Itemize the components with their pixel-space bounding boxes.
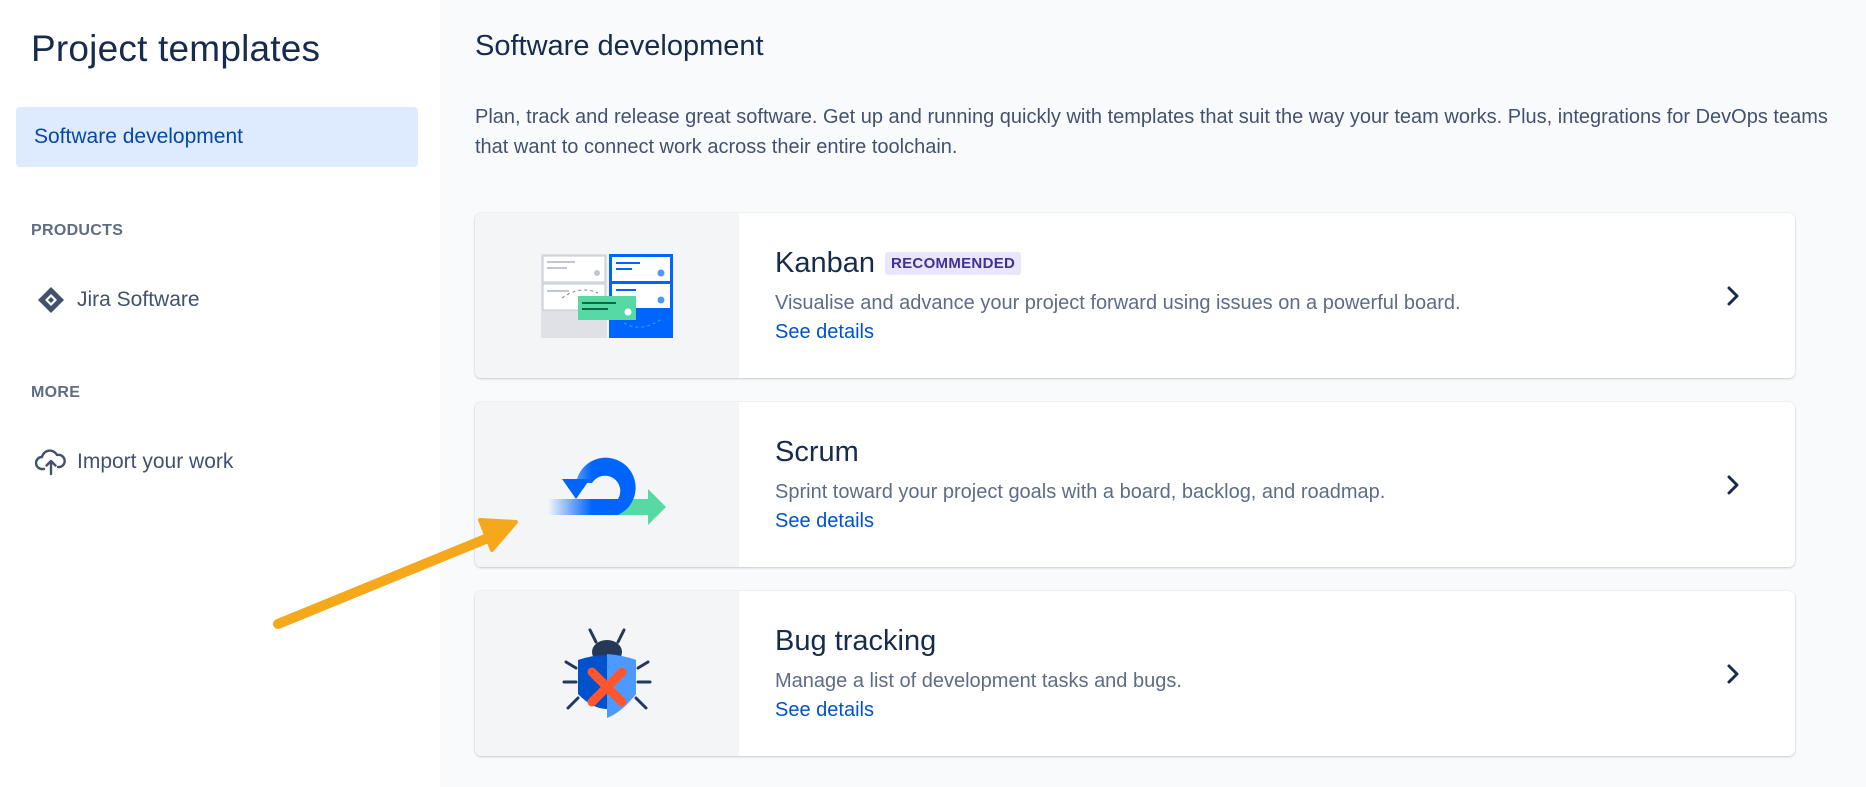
card-title: Kanban bbox=[775, 247, 875, 279]
sidebar-item-import-your-work[interactable]: Import your work bbox=[34, 445, 233, 479]
page-description: Plan, track and release great software. … bbox=[475, 106, 1828, 158]
template-card-bug-tracking[interactable]: Bug tracking Manage a list of developmen… bbox=[475, 591, 1795, 756]
sidebar-title: Project templates bbox=[31, 28, 321, 69]
jira-icon bbox=[34, 283, 68, 317]
sidebar-item-label: Import your work bbox=[77, 450, 234, 473]
bug-icon bbox=[475, 591, 739, 756]
see-details-link[interactable]: See details bbox=[775, 510, 874, 533]
card-body: Bug tracking Manage a list of developmen… bbox=[739, 591, 1795, 756]
chevron-right-icon bbox=[1727, 664, 1739, 683]
cloud-upload-icon bbox=[34, 445, 68, 479]
page-title: Software development bbox=[475, 30, 764, 62]
scrum-cycle-icon bbox=[475, 402, 739, 567]
see-details-link[interactable]: See details bbox=[775, 699, 874, 722]
see-details-link[interactable]: See details bbox=[775, 321, 874, 344]
chevron-right-icon bbox=[1727, 286, 1739, 305]
card-body: Kanban RECOMMENDED Visualise and advance… bbox=[739, 213, 1795, 378]
card-body: Scrum Sprint toward your project goals w… bbox=[739, 402, 1795, 567]
main-content: Software development Plan, track and rel… bbox=[440, 0, 1866, 787]
card-description: Sprint toward your project goals with a … bbox=[775, 481, 1386, 503]
sidebar: Project templates Software development P… bbox=[0, 0, 440, 787]
more-heading: MORE bbox=[31, 384, 81, 401]
chevron-right-icon bbox=[1727, 475, 1739, 494]
card-title: Scrum bbox=[775, 436, 859, 468]
template-card-scrum[interactable]: Scrum Sprint toward your project goals w… bbox=[475, 402, 1795, 567]
sidebar-item-jira-software[interactable]: Jira Software bbox=[34, 283, 200, 317]
sidebar-item-software-development[interactable]: Software development bbox=[16, 107, 418, 167]
sidebar-item-label: Jira Software bbox=[77, 288, 200, 311]
products-heading: PRODUCTS bbox=[31, 222, 124, 239]
recommended-badge: RECOMMENDED bbox=[885, 252, 1022, 275]
card-description: Manage a list of development tasks and b… bbox=[775, 670, 1182, 692]
card-description: Visualise and advance your project forwa… bbox=[775, 292, 1461, 314]
template-card-kanban[interactable]: Kanban RECOMMENDED Visualise and advance… bbox=[475, 213, 1795, 378]
kanban-board-icon bbox=[475, 213, 739, 378]
card-title: Bug tracking bbox=[775, 625, 937, 657]
